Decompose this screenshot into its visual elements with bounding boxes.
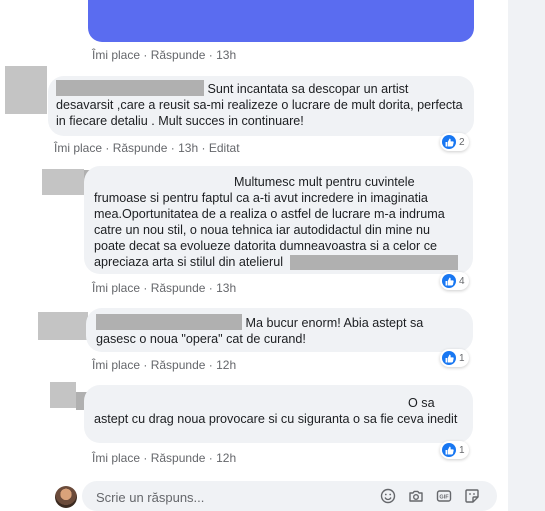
thumbs-up-icon bbox=[442, 274, 456, 288]
current-user-avatar[interactable] bbox=[55, 486, 77, 508]
comment-actions: Îmi place · Răspunde · 13h · Editat bbox=[54, 141, 240, 155]
like-link[interactable]: Îmi place bbox=[54, 141, 102, 155]
camera-icon[interactable] bbox=[408, 488, 424, 504]
avatar[interactable] bbox=[42, 169, 84, 195]
svg-text:GIF: GIF bbox=[439, 495, 449, 501]
reply-link[interactable]: Răspunde bbox=[113, 141, 168, 155]
thumbs-up-icon bbox=[442, 443, 456, 457]
like-link[interactable]: Îmi place bbox=[92, 358, 140, 372]
thumbs-up-icon bbox=[442, 351, 456, 365]
comment-actions: Îmi place · Răspunde · 13h bbox=[92, 48, 237, 62]
reply-composer: GIF bbox=[82, 481, 497, 511]
gif-icon[interactable]: GIF bbox=[436, 488, 452, 504]
comment-bubble: Ma bucur enorm! Abia astept sa gasesc o … bbox=[86, 308, 473, 352]
comment-bubble: Sunt incantata sa descopar un artist des… bbox=[48, 76, 474, 136]
avatar[interactable] bbox=[5, 66, 47, 114]
reaction-count[interactable]: 1 bbox=[440, 441, 469, 459]
comment-actions: Îmi place · Răspunde · 12h bbox=[92, 358, 237, 372]
redacted-author-name[interactable] bbox=[96, 314, 242, 330]
reply-link[interactable]: Răspunde bbox=[151, 48, 206, 62]
sticker-icon[interactable] bbox=[464, 488, 480, 504]
reply-input[interactable] bbox=[94, 487, 368, 507]
comment-actions: Îmi place · Răspunde · 13h bbox=[92, 281, 237, 295]
redacted-author-name[interactable] bbox=[56, 80, 204, 96]
reaction-count[interactable]: 4 bbox=[440, 272, 469, 290]
redacted-name bbox=[290, 255, 458, 270]
like-link[interactable]: Îmi place bbox=[92, 451, 140, 465]
timestamp[interactable]: 13h bbox=[216, 281, 236, 295]
comment-bubble: O sa astept cu drag noua provocare si cu… bbox=[84, 385, 473, 443]
like-link[interactable]: Îmi place bbox=[92, 48, 140, 62]
like-link[interactable]: Îmi place bbox=[92, 281, 140, 295]
scrollbar-track[interactable] bbox=[508, 0, 545, 511]
reaction-count[interactable]: 1 bbox=[440, 349, 469, 367]
timestamp[interactable]: 13h bbox=[216, 48, 236, 62]
comment-image[interactable] bbox=[88, 0, 474, 42]
avatar[interactable] bbox=[50, 382, 76, 408]
timestamp[interactable]: 13h bbox=[178, 141, 198, 155]
reaction-count[interactable]: 2 bbox=[440, 133, 469, 151]
comment-text: O sa astept cu drag noua provocare si cu… bbox=[94, 396, 458, 426]
timestamp[interactable]: 12h bbox=[216, 451, 236, 465]
reply-link[interactable]: Răspunde bbox=[151, 451, 206, 465]
emoji-icon[interactable] bbox=[380, 488, 396, 504]
comment-actions: Îmi place · Răspunde · 12h bbox=[92, 451, 237, 465]
reply-link[interactable]: Răspunde bbox=[151, 358, 206, 372]
edited-label[interactable]: Editat bbox=[209, 141, 240, 155]
thumbs-up-icon bbox=[442, 135, 456, 149]
timestamp[interactable]: 12h bbox=[216, 358, 236, 372]
avatar[interactable] bbox=[38, 312, 88, 340]
reply-link[interactable]: Răspunde bbox=[151, 281, 206, 295]
